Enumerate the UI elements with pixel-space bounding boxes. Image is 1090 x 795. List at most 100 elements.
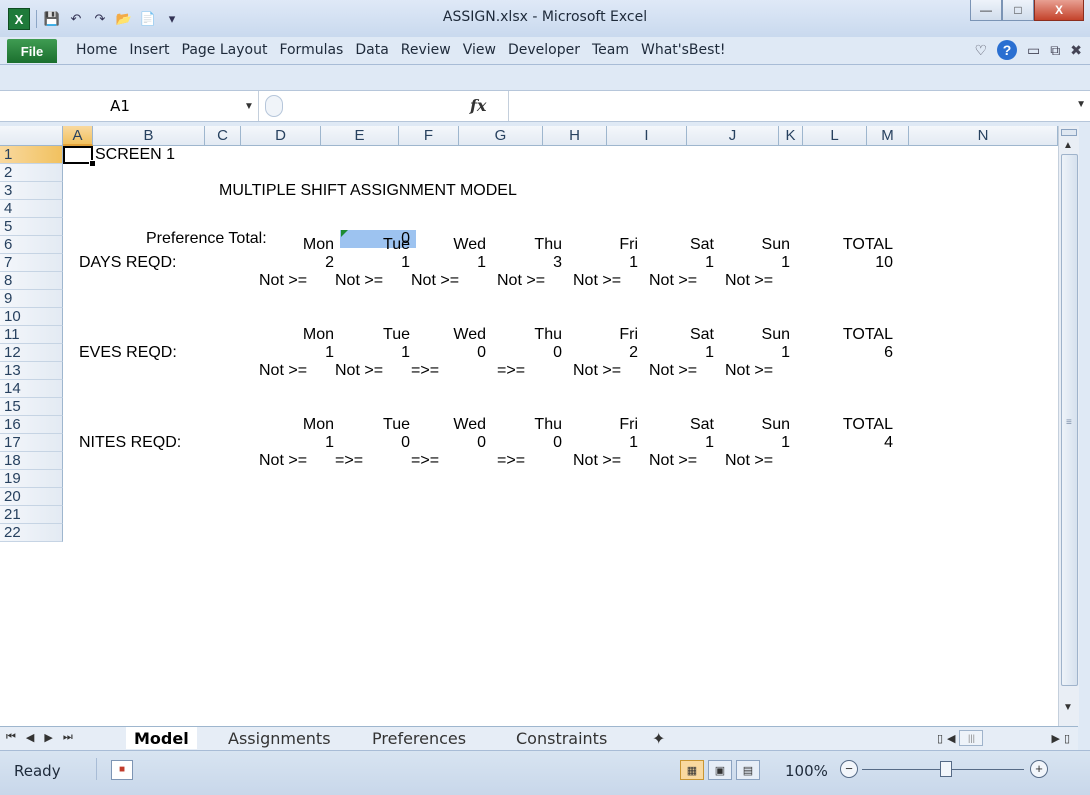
row-header-1[interactable]: 1 bbox=[0, 146, 63, 164]
last-sheet-icon[interactable]: ⏭ bbox=[63, 731, 73, 744]
tab-review[interactable]: Review bbox=[401, 42, 451, 58]
row-header-2[interactable]: 2 bbox=[0, 164, 63, 182]
requirement-value[interactable]: 1 bbox=[568, 254, 638, 272]
row-header-21[interactable]: 21 bbox=[0, 506, 63, 524]
close-button[interactable]: X bbox=[1034, 0, 1084, 21]
expand-formula-bar-icon[interactable]: ▼ bbox=[1076, 99, 1086, 110]
normal-view-icon[interactable]: ▦ bbox=[680, 760, 704, 780]
tab-team[interactable]: Team bbox=[592, 42, 629, 58]
row-header-22[interactable]: 22 bbox=[0, 524, 63, 542]
vertical-scrollbar[interactable]: ▲ ≡ ▼ bbox=[1058, 126, 1079, 726]
row-header-11[interactable]: 11 bbox=[0, 326, 63, 344]
column-header-m[interactable]: M bbox=[867, 126, 909, 146]
minimize-button[interactable]: — bbox=[970, 0, 1002, 21]
row-header-18[interactable]: 18 bbox=[0, 452, 63, 470]
requirement-value[interactable]: 0 bbox=[492, 434, 562, 452]
tab-split-icon[interactable]: ▯ bbox=[937, 732, 943, 745]
split-box[interactable] bbox=[1061, 129, 1077, 136]
zoom-in-icon[interactable]: + bbox=[1030, 760, 1048, 778]
help-icon[interactable]: ? bbox=[997, 40, 1018, 60]
row-header-3[interactable]: 3 bbox=[0, 182, 63, 200]
requirement-value[interactable]: 0 bbox=[416, 344, 486, 362]
row-header-4[interactable]: 4 bbox=[0, 200, 63, 218]
row-header-5[interactable]: 5 bbox=[0, 218, 63, 236]
column-header-f[interactable]: F bbox=[399, 126, 459, 146]
sheet-tab-constraints[interactable]: Constraints bbox=[516, 727, 607, 749]
row-header-13[interactable]: 13 bbox=[0, 362, 63, 380]
select-all-corner[interactable] bbox=[0, 126, 63, 146]
requirement-value[interactable]: 1 bbox=[720, 344, 790, 362]
requirement-value[interactable]: 2 bbox=[568, 344, 638, 362]
requirement-value[interactable]: 0 bbox=[340, 434, 410, 452]
requirement-value[interactable]: 1 bbox=[568, 434, 638, 452]
row-header-14[interactable]: 14 bbox=[0, 380, 63, 398]
requirement-value[interactable]: 1 bbox=[416, 254, 486, 272]
requirement-value[interactable]: 3 bbox=[492, 254, 562, 272]
restore-workbook-icon[interactable]: ⧉ bbox=[1050, 42, 1060, 59]
horizontal-scrollbar[interactable]: ▯ ◀ ||| ▶ ▯ bbox=[937, 730, 1070, 746]
next-sheet-icon[interactable]: ▶ bbox=[44, 731, 52, 744]
zoom-out-icon[interactable]: − bbox=[840, 760, 858, 778]
requirement-value[interactable]: 1 bbox=[340, 254, 410, 272]
column-header-h[interactable]: H bbox=[543, 126, 607, 146]
tab-formulas[interactable]: Formulas bbox=[279, 42, 343, 58]
column-header-b[interactable]: B bbox=[93, 126, 205, 146]
column-header-e[interactable]: E bbox=[321, 126, 399, 146]
macro-recording-icon[interactable]: ■ bbox=[111, 760, 133, 780]
split-box-right[interactable]: ▯ bbox=[1064, 732, 1070, 745]
chevron-down-icon[interactable]: ▼ bbox=[240, 101, 258, 112]
name-box[interactable]: A1 ▼ bbox=[0, 91, 259, 121]
column-header-d[interactable]: D bbox=[241, 126, 321, 146]
zoom-slider-thumb[interactable] bbox=[940, 761, 952, 777]
sheet-tab-preferences[interactable]: Preferences bbox=[372, 727, 466, 749]
page-layout-view-icon[interactable]: ▣ bbox=[708, 760, 732, 780]
row-header-12[interactable]: 12 bbox=[0, 344, 63, 362]
vertical-scroll-thumb[interactable]: ≡ bbox=[1061, 154, 1078, 686]
row-header-17[interactable]: 17 bbox=[0, 434, 63, 452]
requirement-value[interactable]: 1 bbox=[720, 254, 790, 272]
sheet-tab-assignments[interactable]: Assignments bbox=[228, 727, 331, 749]
tab-page-layout[interactable]: Page Layout bbox=[182, 42, 268, 58]
row-header-9[interactable]: 9 bbox=[0, 290, 63, 308]
row-header-10[interactable]: 10 bbox=[0, 308, 63, 326]
column-header-a[interactable]: A bbox=[63, 126, 93, 146]
column-header-g[interactable]: G bbox=[459, 126, 543, 146]
formula-input[interactable] bbox=[508, 91, 1070, 121]
row-header-19[interactable]: 19 bbox=[0, 470, 63, 488]
row-header-6[interactable]: 6 bbox=[0, 236, 63, 254]
insert-sheet-icon[interactable]: ✦ bbox=[652, 727, 665, 749]
column-header-c[interactable]: C bbox=[205, 126, 241, 146]
requirement-value[interactable]: 1 bbox=[264, 344, 334, 362]
column-header-l[interactable]: L bbox=[803, 126, 867, 146]
requirement-value[interactable]: 10 bbox=[823, 254, 893, 272]
tab-whats-best[interactable]: What'sBest! bbox=[641, 42, 726, 58]
requirement-value[interactable]: 1 bbox=[644, 434, 714, 452]
requirement-value[interactable]: 4 bbox=[823, 434, 893, 452]
column-header-k[interactable]: K bbox=[779, 126, 803, 146]
tab-home[interactable]: Home bbox=[76, 42, 117, 58]
requirement-value[interactable]: 1 bbox=[720, 434, 790, 452]
requirement-value[interactable]: 0 bbox=[416, 434, 486, 452]
worksheet-grid[interactable]: ABCDEFGHIJKLMN 1 2 3 4 5 6 7 8 9 10 11 12 13 14 15 16 17… bbox=[0, 126, 1058, 726]
requirement-value[interactable]: 1 bbox=[644, 344, 714, 362]
first-sheet-icon[interactable]: ⏮ bbox=[6, 731, 16, 744]
row-header-8[interactable]: 8 bbox=[0, 272, 63, 290]
minimize-ribbon-icon[interactable]: ▭ bbox=[1027, 42, 1040, 59]
scroll-up-icon[interactable]: ▲ bbox=[1063, 140, 1073, 151]
scroll-down-icon[interactable]: ▼ bbox=[1063, 702, 1073, 713]
row-header-16[interactable]: 16 bbox=[0, 416, 63, 434]
restore-button[interactable]: □ bbox=[1002, 0, 1034, 21]
requirement-value[interactable]: 1 bbox=[264, 434, 334, 452]
file-tab[interactable]: File bbox=[7, 39, 57, 63]
page-break-view-icon[interactable]: ▤ bbox=[736, 760, 760, 780]
fill-handle[interactable] bbox=[89, 160, 96, 167]
column-header-n[interactable]: N bbox=[909, 126, 1058, 146]
row-header-7[interactable]: 7 bbox=[0, 254, 63, 272]
column-header-i[interactable]: I bbox=[607, 126, 687, 146]
heart-icon[interactable]: ♡ bbox=[974, 42, 987, 59]
requirement-value[interactable]: 2 bbox=[264, 254, 334, 272]
requirement-value[interactable]: 6 bbox=[823, 344, 893, 362]
scroll-left-icon[interactable]: ◀ bbox=[947, 732, 955, 745]
scroll-right-icon[interactable]: ▶ bbox=[1051, 732, 1059, 745]
requirement-value[interactable]: 0 bbox=[492, 344, 562, 362]
